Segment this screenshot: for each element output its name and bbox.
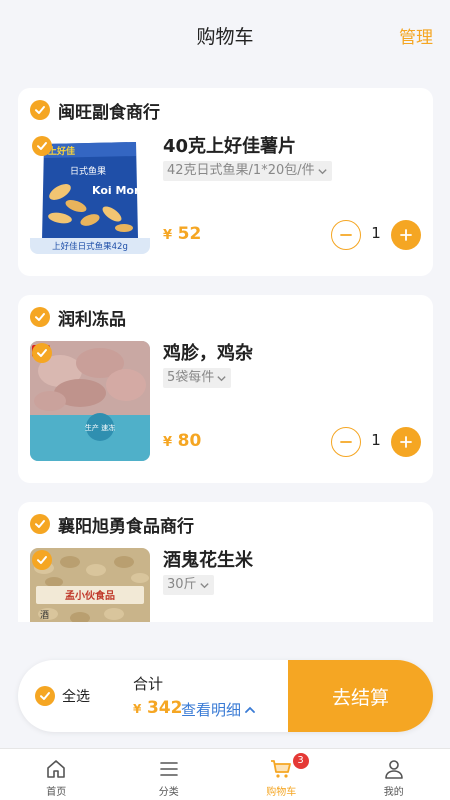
product-image[interactable]: 上好佳 日式鱼果 Koi Mori 上好佳日式鱼果42g [30, 134, 150, 254]
image-brand: 上好佳 [48, 145, 75, 157]
plus-icon [400, 229, 412, 241]
product-image[interactable]: 孟小伙食品 酒 [30, 548, 150, 622]
store-checkbox[interactable] [30, 307, 50, 327]
increase-button[interactable] [391, 220, 421, 250]
chevron-down-icon [217, 375, 226, 381]
check-icon [35, 520, 45, 528]
currency-symbol: ¥ [163, 435, 173, 450]
plus-icon [400, 436, 412, 448]
cart-icon [271, 760, 292, 778]
check-icon [37, 142, 47, 150]
price-value: 80 [177, 431, 202, 451]
manage-button[interactable]: 管理 [399, 23, 433, 48]
image-label: 生产 速冻 [85, 423, 115, 432]
item-checkbox[interactable] [32, 136, 52, 156]
store-name[interactable]: 襄阳旭勇食品商行 [58, 512, 194, 537]
product-price: ¥ 80 [163, 431, 201, 451]
product-name[interactable]: 鸡胗，鸡杂 [163, 339, 253, 365]
tab-label: 首页 [46, 787, 67, 798]
store-card: 闽旺副食商行 上好佳 日式鱼果 Koi Mori 上好佳日式鱼果42g 40克上… [18, 88, 433, 276]
checkout-button[interactable]: 去结算 [288, 660, 433, 732]
decrease-button[interactable] [331, 220, 361, 250]
image-brand-en: Koi Mori [92, 184, 143, 197]
spec-selector[interactable]: 5袋每件 [163, 368, 232, 388]
image-caption: 上好佳日式鱼果42g [52, 241, 128, 252]
image-text-2: 酒 [40, 610, 49, 621]
tab-cart[interactable]: 3 购物车 [225, 749, 338, 800]
currency-symbol: ¥ [163, 228, 173, 243]
page-title: 购物车 [196, 26, 254, 48]
item-checkbox[interactable] [32, 343, 52, 363]
tab-label: 我的 [383, 787, 404, 798]
checkout-bar: 全选 合计 ¥ 342 查看明细 去结算 [18, 660, 433, 732]
check-icon [35, 106, 45, 114]
check-icon [35, 313, 45, 321]
cart-list[interactable]: 闽旺副食商行 上好佳 日式鱼果 Koi Mori 上好佳日式鱼果42g 40克上… [18, 88, 433, 622]
currency-symbol: ¥ [133, 702, 142, 716]
product-name[interactable]: 酒鬼花生米 [163, 546, 253, 572]
price-value: 52 [177, 224, 202, 244]
quantity-stepper: 1 [331, 427, 421, 457]
minus-icon [340, 234, 352, 236]
store-card: 润利冻品 生产 速冻 CP 鸡胗，鸡杂 5袋每 [18, 295, 433, 483]
chevron-down-icon [317, 168, 327, 174]
minus-icon [340, 441, 352, 443]
tab-label: 购物车 [266, 787, 297, 798]
spec-label: 30斤 [167, 577, 197, 592]
check-icon [40, 692, 50, 700]
cart-badge: 3 [292, 753, 309, 769]
view-details-link[interactable]: 查看明细 [181, 699, 257, 720]
tab-home[interactable]: 首页 [0, 749, 113, 800]
spec-label: 42克日式鱼果/1*20包/件 [167, 163, 315, 178]
user-icon [384, 760, 403, 779]
total-label: 合计 [133, 675, 164, 693]
decrease-button[interactable] [331, 427, 361, 457]
store-name[interactable]: 闽旺副食商行 [58, 98, 160, 123]
store-checkbox[interactable] [30, 514, 50, 534]
check-icon [37, 556, 47, 564]
total-value: 342 [146, 698, 183, 718]
quantity-stepper: 1 [331, 220, 421, 250]
page-header: 购物车 管理 [0, 0, 450, 68]
store-checkbox[interactable] [30, 100, 50, 120]
tab-label: 分类 [158, 787, 179, 798]
image-label: 日式鱼果 [70, 165, 106, 177]
spec-selector[interactable]: 42克日式鱼果/1*20包/件 [163, 161, 332, 181]
total-price: ¥ 342 [133, 698, 182, 718]
product-name[interactable]: 40克上好佳薯片 [163, 132, 296, 158]
select-all-checkbox[interactable] [35, 686, 55, 706]
menu-icon [159, 762, 178, 776]
bottom-tab-bar: 首页 分类 3 购物车 我的 [0, 748, 450, 800]
increase-button[interactable] [391, 427, 421, 457]
item-checkbox[interactable] [32, 550, 52, 570]
spec-label: 5袋每件 [167, 370, 215, 385]
view-details-label: 查看明细 [181, 701, 242, 719]
check-icon [37, 349, 47, 357]
home-icon [47, 760, 66, 778]
spec-selector[interactable]: 30斤 [163, 575, 214, 595]
store-card: 襄阳旭勇食品商行 孟小伙食品 酒 酒鬼花生米 30斤 [18, 502, 433, 622]
select-all-label[interactable]: 全选 [62, 686, 90, 706]
image-label: 孟小伙食品 [65, 589, 115, 602]
product-price: ¥ 52 [163, 224, 201, 244]
tab-profile[interactable]: 我的 [338, 749, 450, 800]
chevron-down-icon [199, 582, 209, 588]
product-image[interactable]: 生产 速冻 CP [30, 341, 150, 461]
store-name[interactable]: 润利冻品 [58, 305, 126, 330]
chevron-up-icon [245, 706, 255, 713]
tab-category[interactable]: 分类 [113, 749, 226, 800]
quantity-value[interactable]: 1 [361, 224, 391, 242]
quantity-value[interactable]: 1 [361, 431, 391, 449]
